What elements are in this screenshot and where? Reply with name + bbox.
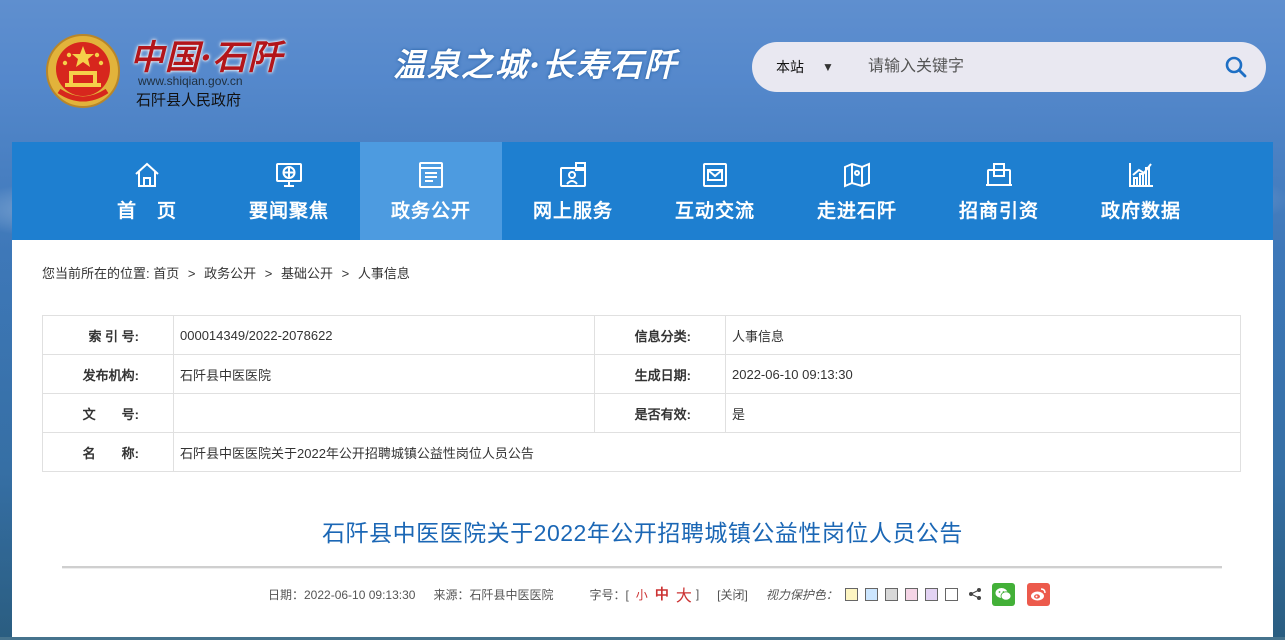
title-divider: [62, 566, 1222, 569]
date-value: 2022-06-10 09:13:30: [725, 354, 1241, 394]
search-bar: 本站 ▼: [752, 42, 1266, 92]
breadcrumb-item-home[interactable]: 首页: [153, 266, 179, 281]
map-icon: [844, 161, 870, 188]
service-person-icon: [560, 161, 586, 187]
site-subtitle: 石阡县人民政府: [136, 92, 242, 109]
breadcrumb-separator: >: [187, 266, 196, 281]
wechat-icon: [995, 587, 1012, 601]
table-row: 文 号: 是否有效: 是: [42, 393, 1241, 433]
main-nav: 首 页 要闻聚焦 政务公开 网上服务 互动交流 走进石阡 招商引资 政府数据: [12, 142, 1273, 240]
nav-item-label: 政府数据: [1100, 200, 1181, 222]
site-logo-title: 中国·石阡: [130, 38, 283, 78]
search-input[interactable]: [866, 46, 1206, 88]
article-date: 日期：2022-06-10 09:13:30: [268, 587, 416, 602]
publisher-label: 发布机构:: [42, 354, 174, 394]
font-size-label: 字号：[: [589, 587, 629, 602]
nav-item-label: 网上服务: [532, 200, 613, 222]
share-weibo-button[interactable]: [1026, 582, 1050, 606]
breadcrumb-separator: >: [264, 266, 273, 281]
mail-icon: [703, 162, 727, 187]
docno-value: [173, 393, 595, 433]
nav-item-about-shiqian[interactable]: 走进石阡: [786, 142, 928, 240]
nav-item-government-data[interactable]: 政府数据: [1070, 142, 1212, 240]
vision-color-label: 视力保护色：: [765, 587, 838, 602]
color-swatch-white[interactable]: [944, 587, 958, 601]
national-emblem-icon: [45, 33, 121, 109]
breadcrumb: 您当前所在的位置: 首页 > 政务公开 > 基础公开 > 人事信息: [42, 263, 410, 282]
breadcrumb-prefix: 您当前所在的位置:: [42, 266, 150, 281]
nav-item-online-services[interactable]: 网上服务: [502, 142, 644, 240]
category-value: 人事信息: [725, 315, 1241, 355]
font-size-small-button[interactable]: 小: [636, 586, 648, 603]
site-url: www.shiqian.gov.cn: [138, 74, 243, 88]
weibo-icon: [1030, 587, 1046, 600]
search-scope-select[interactable]: 本站 ▼: [752, 57, 842, 77]
nav-item-label: 要闻聚焦: [248, 200, 329, 222]
bar-chart-icon: [1129, 162, 1153, 187]
globe-monitor-icon: [276, 162, 302, 187]
site-header: 中国·石阡 www.shiqian.gov.cn 石阡县人民政府 温泉之城·长寿…: [0, 0, 1285, 140]
color-swatch-purple[interactable]: [924, 587, 938, 601]
nav-item-label: 互动交流: [674, 200, 755, 222]
font-size-large-button[interactable]: 大: [676, 582, 692, 606]
font-size-medium-button[interactable]: 中: [655, 584, 669, 604]
name-label: 名 称:: [42, 432, 174, 472]
nav-item-label: 政务公开: [390, 200, 471, 222]
caret-down-icon: ▼: [822, 60, 834, 74]
breadcrumb-separator: >: [341, 266, 350, 281]
date-label: 生成日期:: [594, 354, 726, 394]
search-button[interactable]: [1206, 56, 1266, 78]
document-info-table: 索 引 号: 000014349/2022-2078622 信息分类: 人事信息…: [42, 315, 1241, 472]
nav-item-label: 招商引资: [958, 200, 1039, 222]
main-content: 您当前所在的位置: 首页 > 政务公开 > 基础公开 > 人事信息 索 引 号:…: [12, 240, 1273, 637]
search-scope-label: 本站: [776, 59, 804, 75]
nav-item-label: 走进石阡: [816, 200, 897, 222]
nav-item-interaction[interactable]: 互动交流: [644, 142, 786, 240]
breadcrumb-item-personnel-info[interactable]: 人事信息: [358, 266, 410, 281]
publisher-value: 石阡县中医医院: [173, 354, 595, 394]
nav-item-home[interactable]: 首 页: [76, 142, 218, 240]
share-icon: [968, 587, 982, 601]
index-value: 000014349/2022-2078622: [173, 315, 595, 355]
table-row: 名 称: 石阡县中医医院关于2022年公开招聘城镇公益性岗位人员公告: [42, 432, 1241, 472]
index-label: 索 引 号:: [42, 315, 174, 355]
nav-item-investment[interactable]: 招商引资: [928, 142, 1070, 240]
search-icon: [1225, 56, 1247, 78]
color-swatch-yellow[interactable]: [844, 587, 858, 601]
nav-item-news[interactable]: 要闻聚焦: [218, 142, 360, 240]
docno-label: 文 号:: [42, 393, 174, 433]
category-label: 信息分类:: [594, 315, 726, 355]
briefcase-icon: [986, 162, 1012, 186]
article-source: 来源：石阡县中医医院: [433, 587, 554, 602]
color-swatch-blue[interactable]: [864, 587, 878, 601]
article-meta-bar: 日期：2022-06-10 09:13:30 来源：石阡县中医医院 字号：[ 小…: [268, 582, 1054, 606]
close-button[interactable]: [关闭]: [717, 586, 748, 603]
share-wechat-button[interactable]: [991, 582, 1015, 606]
home-icon: [135, 162, 159, 187]
nav-item-label: 首 页: [116, 200, 177, 222]
color-swatch-pink[interactable]: [904, 587, 918, 601]
breadcrumb-item-government-affairs[interactable]: 政务公开: [204, 266, 256, 281]
table-row: 发布机构: 石阡县中医医院 生成日期: 2022-06-10 09:13:30: [42, 354, 1241, 394]
name-value: 石阡县中医医院关于2022年公开招聘城镇公益性岗位人员公告: [173, 432, 1241, 472]
breadcrumb-item-basic-disclosure[interactable]: 基础公开: [281, 266, 333, 281]
document-list-icon: [419, 161, 443, 188]
article-title: 石阡县中医医院关于2022年公开招聘城镇公益性岗位人员公告: [322, 520, 963, 546]
valid-label: 是否有效:: [594, 393, 726, 433]
slogan: 温泉之城·长寿石阡: [393, 46, 679, 84]
color-swatch-gray[interactable]: [884, 587, 898, 601]
valid-value: 是: [725, 393, 1241, 433]
font-size-bracket: ]: [695, 587, 700, 601]
nav-item-government-affairs[interactable]: 政务公开: [360, 142, 502, 240]
table-row: 索 引 号: 000014349/2022-2078622 信息分类: 人事信息: [42, 315, 1241, 355]
